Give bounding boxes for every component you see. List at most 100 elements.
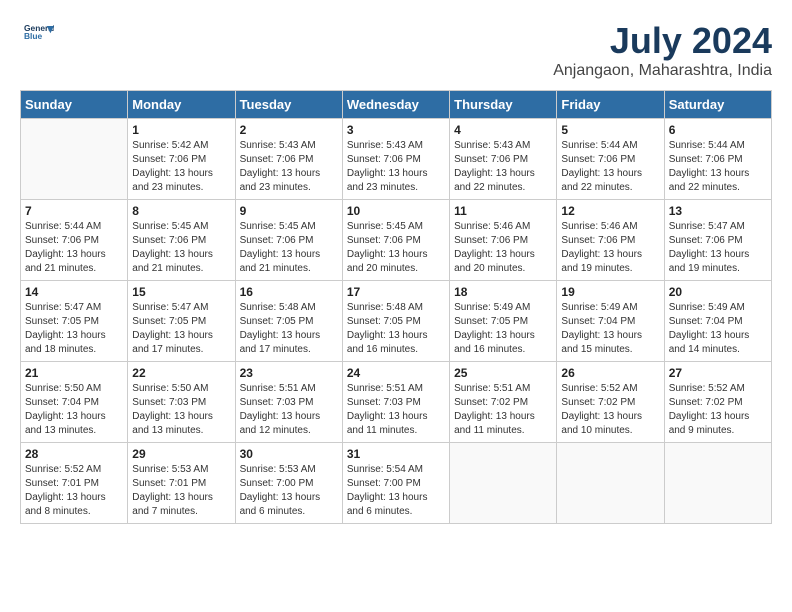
calendar-cell: 19Sunrise: 5:49 AM Sunset: 7:04 PM Dayli… [557, 281, 664, 362]
day-number: 26 [561, 366, 659, 380]
logo: General Blue [20, 20, 54, 55]
day-number: 4 [454, 123, 552, 137]
calendar-cell: 3Sunrise: 5:43 AM Sunset: 7:06 PM Daylig… [342, 119, 449, 200]
day-number: 5 [561, 123, 659, 137]
calendar-cell: 10 Sunrise: 5:45 AM Sunset: 7:06 PM Dayli… [342, 200, 449, 281]
calendar-cell: 25 Sunrise: 5:51 AM Sunset: 7:02 PM Dayli… [450, 362, 557, 443]
calendar-cell: 23 Sunrise: 5:51 AM Sunset: 7:03 PM Dayli… [235, 362, 342, 443]
day-info: Sunrise: 5:49 AM Sunset: 7:04 PM Dayligh… [669, 301, 767, 357]
day-number: 9 [240, 204, 338, 218]
day-number: 25 [454, 366, 552, 380]
calendar-cell: 24 Sunrise: 5:51 AM Sunset: 7:03 PM Dayli… [342, 362, 449, 443]
day-info: Sunrise: 5:47 AM Sunset: 7:05 PM Dayligh… [132, 301, 230, 357]
day-number: 28 [25, 447, 123, 461]
day-info: Sunrise: 5:54 AM Sunset: 7:00 PM Dayligh… [347, 463, 445, 519]
calendar-cell: 8 Sunrise: 5:45 AM Sunset: 7:06 PM Daylig… [128, 200, 235, 281]
day-info: Sunrise: 5:52 AM Sunset: 7:02 PM Dayligh… [669, 382, 767, 438]
weekday-header: Monday [128, 91, 235, 119]
day-info: Sunrise: 5:43 AM Sunset: 7:06 PM Dayligh… [347, 139, 445, 195]
day-number: 1 [132, 123, 230, 137]
svg-text:Blue: Blue [24, 31, 43, 41]
day-number: 14 [25, 285, 123, 299]
calendar-cell: 4 Sunrise: 5:43 AM Sunset: 7:06 PM Daylig… [450, 119, 557, 200]
day-info: Sunrise: 5:44 AM Sunset: 7:06 PM Dayligh… [561, 139, 659, 195]
day-info: Sunrise: 5:45 AM Sunset: 7:06 PM Dayligh… [240, 220, 338, 276]
day-info: Sunrise: 5:50 AM Sunset: 7:03 PM Dayligh… [132, 382, 230, 438]
day-info: Sunrise: 5:51 AM Sunset: 7:02 PM Dayligh… [454, 382, 552, 438]
day-number: 19 [561, 285, 659, 299]
calendar-week-row: 7 Sunrise: 5:44 AM Sunset: 7:06 PM Daylig… [21, 200, 772, 281]
calendar-cell [21, 119, 128, 200]
calendar-cell: 28 Sunrise: 5:52 AM Sunset: 7:01 PM Dayli… [21, 443, 128, 524]
calendar-cell: 30Sunrise: 5:53 AM Sunset: 7:00 PM Dayli… [235, 443, 342, 524]
calendar-cell: 20 Sunrise: 5:49 AM Sunset: 7:04 PM Dayli… [664, 281, 771, 362]
weekday-header: Tuesday [235, 91, 342, 119]
day-number: 17 [347, 285, 445, 299]
calendar-cell: 5 Sunrise: 5:44 AM Sunset: 7:06 PM Daylig… [557, 119, 664, 200]
day-number: 27 [669, 366, 767, 380]
calendar-cell: 17 Sunrise: 5:48 AM Sunset: 7:05 PM Dayli… [342, 281, 449, 362]
weekday-header: Thursday [450, 91, 557, 119]
calendar-week-row: 21 Sunrise: 5:50 AM Sunset: 7:04 PM Dayli… [21, 362, 772, 443]
weekday-header: Friday [557, 91, 664, 119]
day-info: Sunrise: 5:48 AM Sunset: 7:05 PM Dayligh… [347, 301, 445, 357]
calendar-cell [450, 443, 557, 524]
calendar-cell: 15 Sunrise: 5:47 AM Sunset: 7:05 PM Dayli… [128, 281, 235, 362]
calendar-cell: 16 Sunrise: 5:48 AM Sunset: 7:05 PM Dayli… [235, 281, 342, 362]
day-number: 22 [132, 366, 230, 380]
day-info: Sunrise: 5:50 AM Sunset: 7:04 PM Dayligh… [25, 382, 123, 438]
day-number: 2 [240, 123, 338, 137]
calendar-cell: 27 Sunrise: 5:52 AM Sunset: 7:02 PM Dayli… [664, 362, 771, 443]
day-number: 24 [347, 366, 445, 380]
day-info: Sunrise: 5:46 AM Sunset: 7:06 PM Dayligh… [561, 220, 659, 276]
calendar-cell [557, 443, 664, 524]
day-number: 10 [347, 204, 445, 218]
calendar-week-row: 28 Sunrise: 5:52 AM Sunset: 7:01 PM Dayli… [21, 443, 772, 524]
day-number: 29 [132, 447, 230, 461]
day-number: 6 [669, 123, 767, 137]
weekday-header: Wednesday [342, 91, 449, 119]
day-info: Sunrise: 5:45 AM Sunset: 7:06 PM Dayligh… [347, 220, 445, 276]
day-number: 21 [25, 366, 123, 380]
calendar-cell: 1 Sunrise: 5:42 AM Sunset: 7:06 PM Daylig… [128, 119, 235, 200]
day-number: 12 [561, 204, 659, 218]
calendar-cell: 29 Sunrise: 5:53 AM Sunset: 7:01 PM Dayli… [128, 443, 235, 524]
day-info: Sunrise: 5:47 AM Sunset: 7:05 PM Dayligh… [25, 301, 123, 357]
day-number: 20 [669, 285, 767, 299]
calendar-cell: 18 Sunrise: 5:49 AM Sunset: 7:05 PM Dayli… [450, 281, 557, 362]
weekday-header: Sunday [21, 91, 128, 119]
day-number: 15 [132, 285, 230, 299]
day-info: Sunrise: 5:45 AM Sunset: 7:06 PM Dayligh… [132, 220, 230, 276]
calendar-cell: 13 Sunrise: 5:47 AM Sunset: 7:06 PM Dayli… [664, 200, 771, 281]
day-info: Sunrise: 5:49 AM Sunset: 7:05 PM Dayligh… [454, 301, 552, 357]
day-info: Sunrise: 5:53 AM Sunset: 7:01 PM Dayligh… [132, 463, 230, 519]
calendar-cell: 12 Sunrise: 5:46 AM Sunset: 7:06 PM Dayli… [557, 200, 664, 281]
location: Anjangaon, Maharashtra, India [553, 62, 772, 80]
day-number: 23 [240, 366, 338, 380]
day-info: Sunrise: 5:47 AM Sunset: 7:06 PM Dayligh… [669, 220, 767, 276]
day-number: 16 [240, 285, 338, 299]
day-info: Sunrise: 5:52 AM Sunset: 7:01 PM Dayligh… [25, 463, 123, 519]
day-number: 18 [454, 285, 552, 299]
day-info: Sunrise: 5:46 AM Sunset: 7:06 PM Dayligh… [454, 220, 552, 276]
calendar-cell: 22 Sunrise: 5:50 AM Sunset: 7:03 PM Dayli… [128, 362, 235, 443]
day-info: Sunrise: 5:48 AM Sunset: 7:05 PM Dayligh… [240, 301, 338, 357]
day-info: Sunrise: 5:44 AM Sunset: 7:06 PM Dayligh… [25, 220, 123, 276]
calendar-cell: 11Sunrise: 5:46 AM Sunset: 7:06 PM Dayli… [450, 200, 557, 281]
day-info: Sunrise: 5:51 AM Sunset: 7:03 PM Dayligh… [240, 382, 338, 438]
calendar-week-row: 14 Sunrise: 5:47 AM Sunset: 7:05 PM Dayli… [21, 281, 772, 362]
weekday-header-row: SundayMondayTuesdayWednesdayThursdayFrid… [21, 91, 772, 119]
calendar-cell: 2Sunrise: 5:43 AM Sunset: 7:06 PM Daylig… [235, 119, 342, 200]
day-info: Sunrise: 5:51 AM Sunset: 7:03 PM Dayligh… [347, 382, 445, 438]
day-info: Sunrise: 5:42 AM Sunset: 7:06 PM Dayligh… [132, 139, 230, 195]
day-info: Sunrise: 5:44 AM Sunset: 7:06 PM Dayligh… [669, 139, 767, 195]
day-number: 8 [132, 204, 230, 218]
day-number: 13 [669, 204, 767, 218]
day-number: 7 [25, 204, 123, 218]
calendar-table: SundayMondayTuesdayWednesdayThursdayFrid… [20, 90, 772, 524]
calendar-cell: 14 Sunrise: 5:47 AM Sunset: 7:05 PM Dayli… [21, 281, 128, 362]
month-year: July 2024 [553, 20, 772, 62]
day-info: Sunrise: 5:52 AM Sunset: 7:02 PM Dayligh… [561, 382, 659, 438]
day-number: 30 [240, 447, 338, 461]
day-info: Sunrise: 5:43 AM Sunset: 7:06 PM Dayligh… [454, 139, 552, 195]
